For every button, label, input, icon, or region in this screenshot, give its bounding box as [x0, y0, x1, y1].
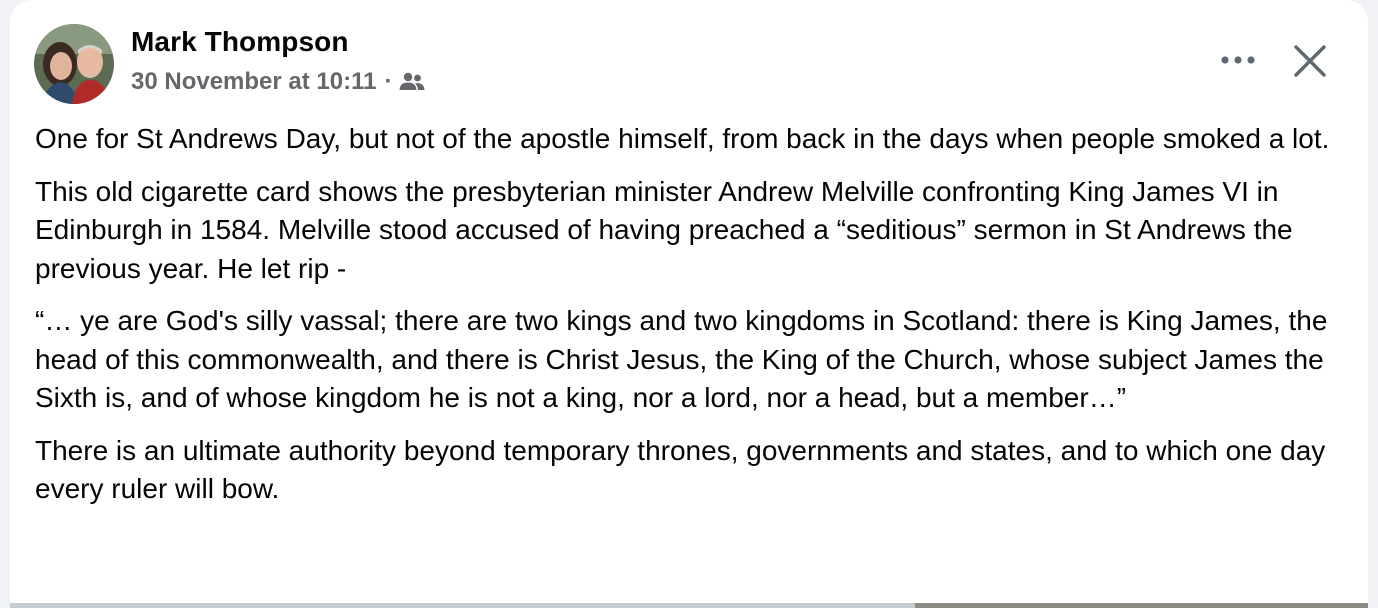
- post-paragraph: “… ye are God's silly vassal; there are …: [35, 305, 1328, 413]
- image-edge-right: [915, 603, 1368, 608]
- friends-icon[interactable]: [398, 71, 426, 93]
- image-preview-edge: [10, 603, 1368, 608]
- post-text: One for St Andrews Day, but not of the a…: [35, 120, 1355, 523]
- meta-separator: ·: [384, 68, 393, 95]
- post-timestamp[interactable]: 30 November at 10:11: [131, 68, 376, 96]
- post-meta: 30 November at 10:11 ·: [131, 68, 426, 96]
- close-icon: [1294, 45, 1326, 77]
- more-options-button[interactable]: [1208, 36, 1268, 84]
- author-name[interactable]: Mark Thompson: [131, 26, 349, 58]
- close-button[interactable]: [1282, 36, 1338, 86]
- post-paragraph: There is an ultimate authority beyond te…: [35, 434, 1326, 505]
- avatar[interactable]: [34, 24, 114, 104]
- avatar-photo: [34, 24, 114, 104]
- post-paragraph: This old cigarette card shows the presby…: [35, 175, 1293, 284]
- image-edge-left: [10, 603, 915, 608]
- post-paragraph: One for St Andrews Day, but not of the a…: [35, 123, 1330, 154]
- post-card: Mark Thompson 30 November at 10:11 · One…: [10, 0, 1368, 608]
- more-icon: [1221, 56, 1255, 64]
